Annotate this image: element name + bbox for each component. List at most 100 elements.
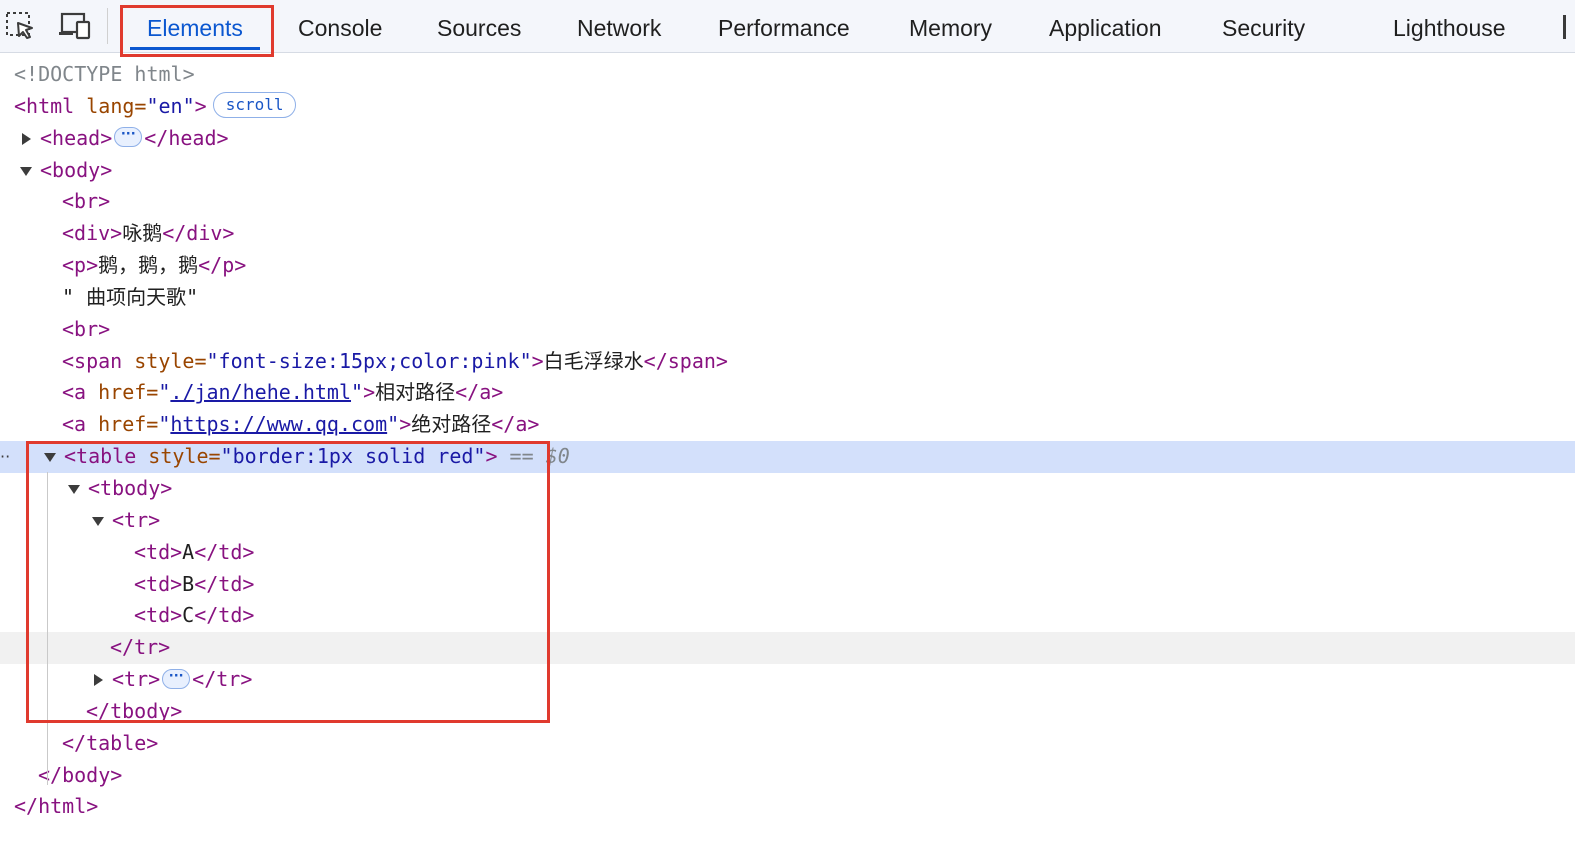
- dom-node-tr-collapsed[interactable]: <tr> ··· </tr>: [0, 664, 1575, 696]
- a-bracket: >: [363, 380, 376, 405]
- tab-sources[interactable]: Sources: [437, 14, 521, 42]
- dom-node-body[interactable]: <body>: [0, 155, 1575, 187]
- a-relative-text: 相对路径: [375, 380, 456, 405]
- more-tabs-edge: [1563, 15, 1566, 39]
- relative-href-link[interactable]: ./jan/hehe.html: [170, 380, 351, 404]
- text-node: " 曲项向天歌": [62, 284, 199, 309]
- tab-application[interactable]: Application: [1049, 14, 1162, 42]
- dom-node-tbody[interactable]: <tbody>: [0, 473, 1575, 505]
- collapsed-ellipsis-button[interactable]: ···: [162, 668, 191, 689]
- active-tab-indicator: [130, 47, 260, 50]
- html-close-tag: </html>: [14, 794, 99, 819]
- p-open-tag: <p>: [62, 253, 99, 278]
- head-open-tag: <head>: [40, 125, 113, 150]
- dom-node-div[interactable]: <div>咏鹅</div>: [0, 218, 1575, 250]
- dom-node-head[interactable]: <head> ··· </head>: [0, 123, 1575, 155]
- tab-elements[interactable]: Elements: [147, 14, 243, 42]
- span-style-attr: style=: [122, 348, 207, 373]
- device-toolbar-icon[interactable]: [57, 10, 93, 47]
- dom-tree: <!DOCTYPE html> <html lang="en"> scroll <…: [0, 59, 1575, 823]
- tab-security[interactable]: Security: [1222, 14, 1305, 42]
- br-tag: <br>: [62, 189, 111, 214]
- html-open-tag: <html: [14, 93, 75, 118]
- p-close-tag: </p>: [198, 253, 247, 278]
- head-close-tag: </head>: [144, 125, 229, 150]
- table-bracket: >: [485, 444, 498, 469]
- td-open-tag: <td>: [134, 571, 183, 596]
- body-open-tag: <body>: [40, 157, 113, 182]
- table-style-attr: style=: [136, 444, 221, 469]
- span-close-tag: </span>: [643, 348, 728, 373]
- dom-node-tr-close[interactable]: </tr>: [0, 632, 1575, 665]
- tr-close-tag: </tr>: [192, 667, 253, 692]
- expand-triangle-icon[interactable]: [22, 132, 31, 145]
- html-bracket: >: [194, 93, 207, 118]
- tr-open-tag: <tr>: [112, 667, 161, 692]
- scroll-badge[interactable]: scroll: [212, 92, 297, 119]
- dom-node-a-relative[interactable]: <a href="./jan/hehe.html">相对路径</a>: [0, 377, 1575, 409]
- dom-node-td-a[interactable]: <td>A</td>: [0, 537, 1575, 569]
- dom-node-td-c[interactable]: <td>C</td>: [0, 600, 1575, 632]
- td-open-tag: <td>: [134, 539, 183, 564]
- dom-node-text[interactable]: " 曲项向天歌": [0, 282, 1575, 314]
- tab-memory[interactable]: Memory: [909, 14, 992, 42]
- a-absolute-text: 绝对路径: [411, 412, 492, 437]
- td-close-tag: </td>: [194, 571, 255, 596]
- table-open-tag: <table: [64, 444, 137, 469]
- dom-node-td-b[interactable]: <td>B</td>: [0, 569, 1575, 601]
- dom-node-a-absolute[interactable]: <a href="https://www.qq.com">绝对路径</a>: [0, 409, 1575, 441]
- a-close-tag: </a>: [455, 380, 504, 405]
- td-text: C: [182, 603, 195, 628]
- dom-node-doctype[interactable]: <!DOCTYPE html>: [0, 59, 1575, 91]
- collapse-triangle-icon[interactable]: [68, 484, 80, 494]
- tr-open-tag: <tr>: [112, 507, 161, 532]
- div-close-tag: </div>: [162, 221, 235, 246]
- collapse-triangle-icon[interactable]: [44, 453, 56, 463]
- span-style-value: "font-size:15px;color:pink": [206, 348, 532, 373]
- span-bracket: >: [531, 348, 544, 373]
- quote: ": [351, 380, 364, 405]
- dom-node-table-selected[interactable]: ·· <table style="border:1px solid red"> …: [0, 441, 1575, 473]
- devtools-tab-bar: Elements Console Sources Network Perform…: [0, 0, 1575, 53]
- a-href-attr: href=: [86, 412, 159, 437]
- collapse-triangle-icon[interactable]: [92, 516, 104, 526]
- tab-console[interactable]: Console: [298, 14, 382, 42]
- tbody-open-tag: <tbody>: [88, 475, 173, 500]
- a-open-tag: <a: [62, 412, 87, 437]
- dom-node-p[interactable]: <p>鹅，鹅，鹅</p>: [0, 250, 1575, 282]
- tab-network[interactable]: Network: [577, 14, 661, 42]
- dom-node-br[interactable]: <br>: [0, 186, 1575, 218]
- td-close-tag: </td>: [194, 539, 255, 564]
- toolbar-divider: [107, 8, 108, 44]
- collapsed-ellipsis-button[interactable]: ···: [114, 127, 143, 148]
- a-close-tag: </a>: [491, 412, 540, 437]
- dom-node-html-close[interactable]: </html>: [0, 791, 1575, 823]
- html-lang-value: "en": [146, 93, 195, 118]
- row-actions-icon[interactable]: ··: [0, 441, 10, 473]
- selected-node-guide-line: [47, 472, 48, 785]
- dom-node-tr[interactable]: <tr>: [0, 505, 1575, 537]
- a-href-attr: href=: [86, 380, 159, 405]
- td-text: A: [182, 539, 195, 564]
- tab-lighthouse[interactable]: Lighthouse: [1393, 14, 1506, 42]
- expand-triangle-icon[interactable]: [94, 674, 103, 687]
- a-open-tag: <a: [62, 380, 87, 405]
- dom-node-tbody-close[interactable]: </tbody>: [0, 696, 1575, 728]
- tab-performance[interactable]: Performance: [718, 14, 850, 42]
- td-close-tag: </td>: [194, 603, 255, 628]
- td-text: B: [182, 571, 195, 596]
- select-element-icon[interactable]: [4, 10, 38, 47]
- absolute-href-link[interactable]: https://www.qq.com: [170, 412, 387, 436]
- quote: ": [158, 412, 171, 437]
- dom-node-html[interactable]: <html lang="en"> scroll: [0, 91, 1575, 123]
- dom-node-body-close[interactable]: </body>: [0, 760, 1575, 792]
- dom-node-table-close[interactable]: </table>: [0, 728, 1575, 760]
- collapse-triangle-icon[interactable]: [20, 166, 32, 176]
- td-open-tag: <td>: [134, 603, 183, 628]
- dom-node-span[interactable]: <span style="font-size:15px;color:pink">…: [0, 346, 1575, 378]
- doctype-text: <!DOCTYPE html>: [14, 62, 195, 86]
- dom-node-br-2[interactable]: <br>: [0, 314, 1575, 346]
- body-close-tag: </body>: [38, 762, 123, 787]
- div-text: 咏鹅: [122, 221, 163, 246]
- tr-close-tag: </tr>: [110, 635, 171, 660]
